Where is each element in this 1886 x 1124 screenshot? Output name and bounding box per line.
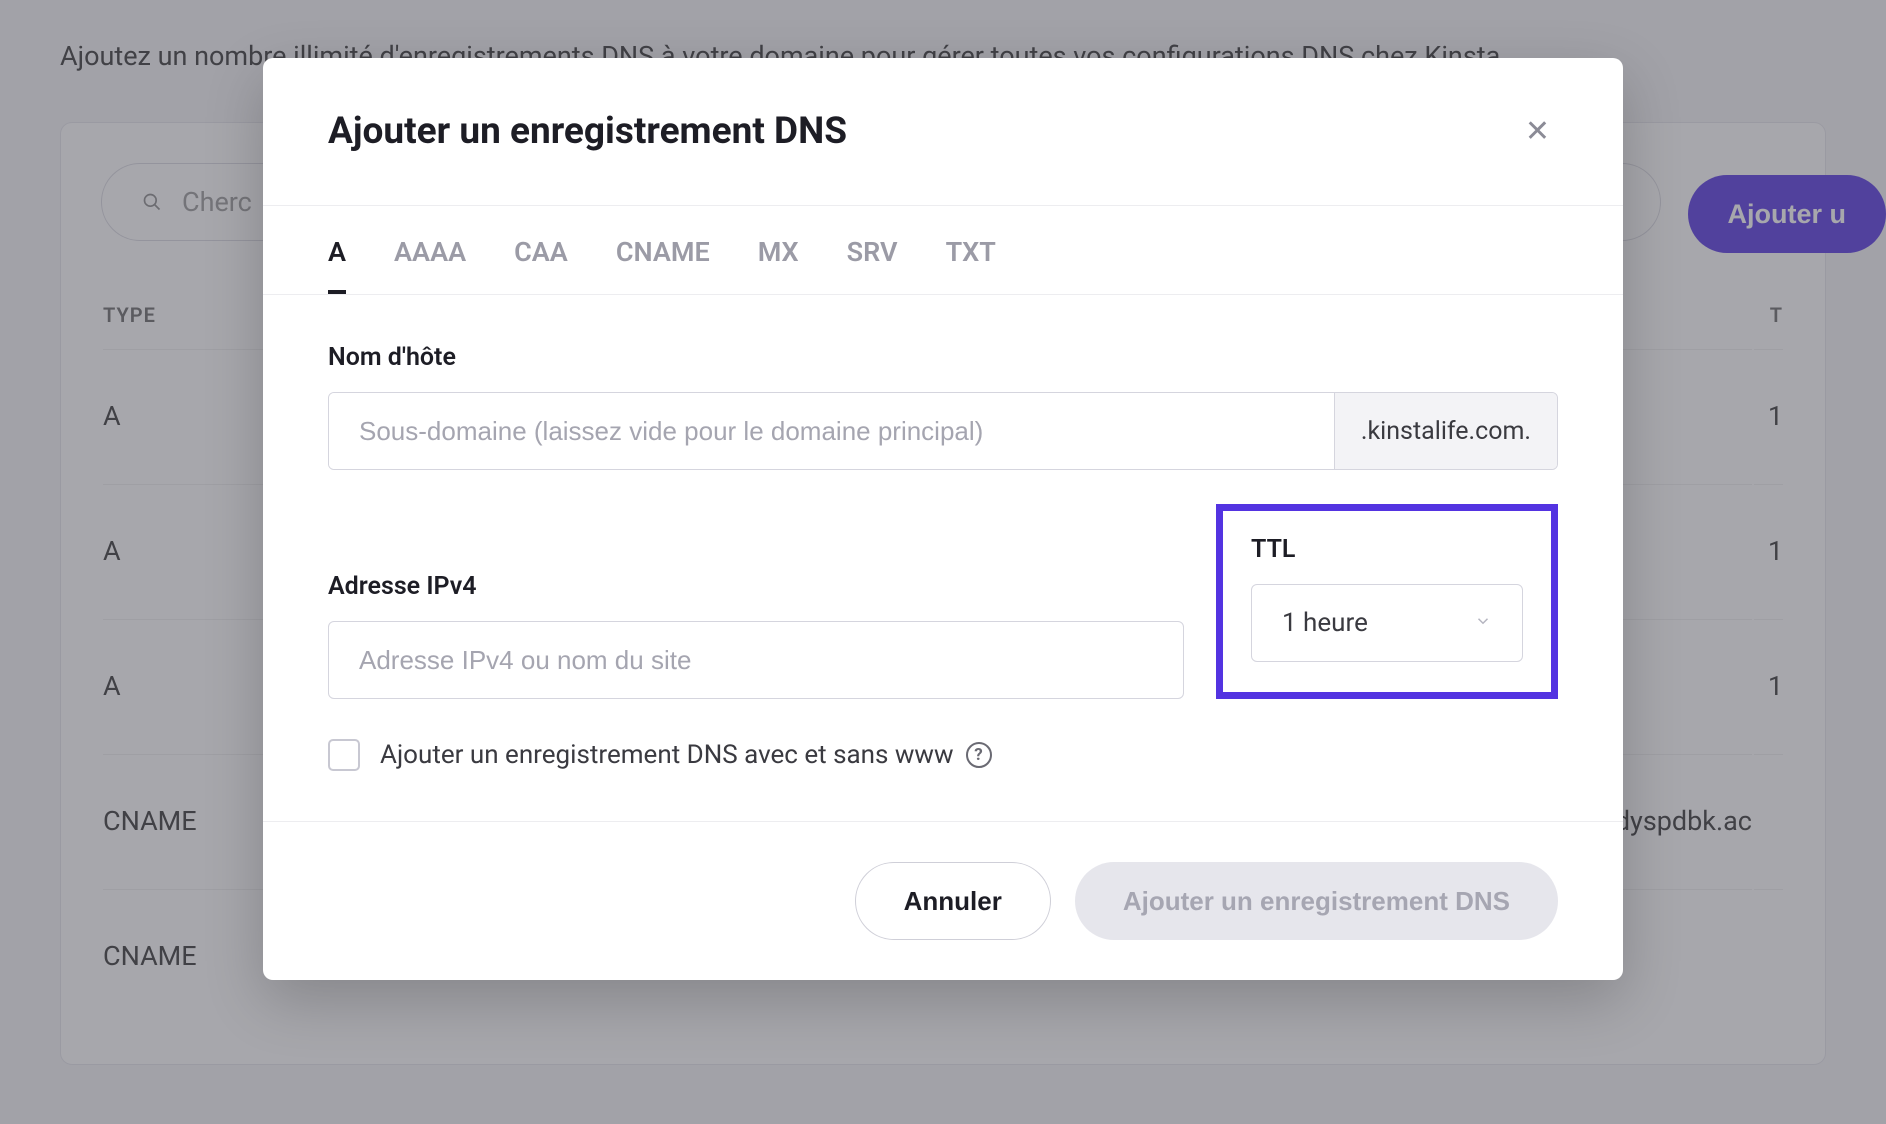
tab-txt[interactable]: TXT (946, 206, 996, 294)
cancel-button[interactable]: Annuler (855, 862, 1051, 940)
record-type-tabs: A AAAA CAA CNAME MX SRV TXT (263, 206, 1623, 295)
submit-button[interactable]: Ajouter un enregistrement DNS (1075, 862, 1558, 940)
tab-mx[interactable]: MX (758, 206, 799, 294)
modal-title: Ajouter un enregistrement DNS (328, 110, 847, 153)
ttl-select[interactable]: 1 heure (1251, 584, 1523, 662)
ipv4-input[interactable] (328, 621, 1184, 699)
chevron-down-icon (1474, 612, 1492, 635)
modal-footer: Annuler Ajouter un enregistrement DNS (263, 821, 1623, 980)
tab-caa[interactable]: CAA (514, 206, 568, 294)
tab-aaaa[interactable]: AAAA (394, 206, 466, 294)
www-checkbox[interactable] (328, 739, 360, 771)
modal-body: Nom d'hôte .kinstalife.com. Adresse IPv4… (263, 295, 1623, 821)
close-icon[interactable]: ✕ (1517, 106, 1558, 157)
hostname-label: Nom d'hôte (328, 343, 1558, 372)
add-dns-modal: Ajouter un enregistrement DNS ✕ A AAAA C… (263, 58, 1623, 980)
tab-a[interactable]: A (328, 206, 346, 294)
ipv4-label: Adresse IPv4 (328, 572, 1184, 601)
hostname-input[interactable] (329, 393, 1334, 469)
ttl-label: TTL (1251, 535, 1523, 564)
tab-cname[interactable]: CNAME (616, 206, 710, 294)
ttl-value: 1 heure (1282, 608, 1368, 638)
help-icon[interactable]: ? (966, 742, 992, 768)
modal-header: Ajouter un enregistrement DNS ✕ (263, 58, 1623, 206)
www-checkbox-row: Ajouter un enregistrement DNS avec et sa… (328, 739, 1558, 771)
hostname-field-wrap: .kinstalife.com. (328, 392, 1558, 470)
www-checkbox-label: Ajouter un enregistrement DNS avec et sa… (380, 740, 992, 770)
modal-overlay: Ajouter un enregistrement DNS ✕ A AAAA C… (0, 0, 1886, 1124)
tab-srv[interactable]: SRV (847, 206, 898, 294)
hostname-suffix: .kinstalife.com. (1334, 393, 1557, 469)
ttl-highlight-box: TTL 1 heure (1216, 504, 1558, 699)
